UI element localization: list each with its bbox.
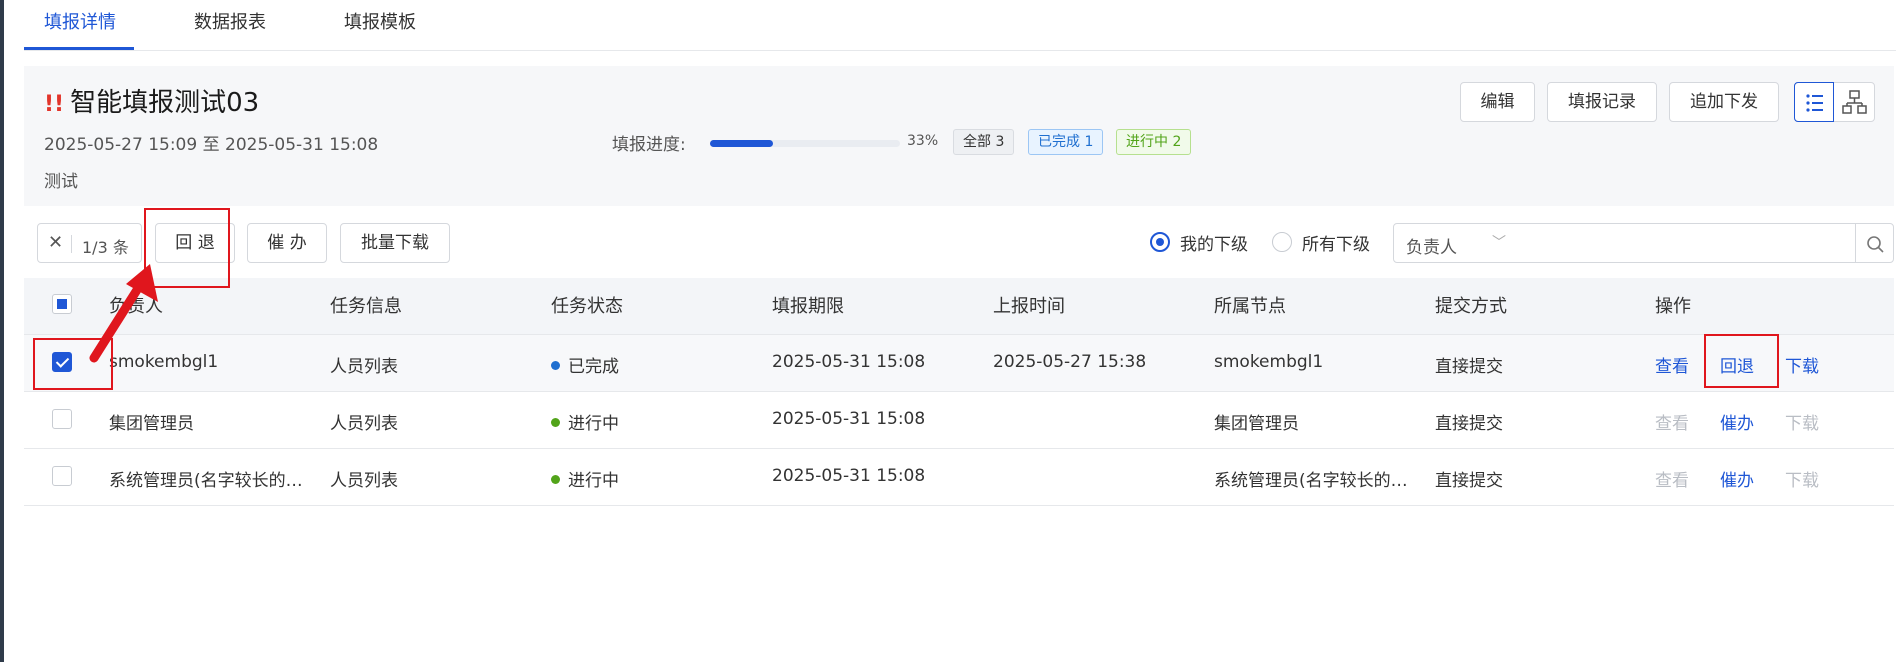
urge-button[interactable]: 催 办 (247, 223, 327, 263)
view-link[interactable]: 查看 (1655, 352, 1689, 377)
select-all-checkbox[interactable] (52, 294, 72, 314)
cell-status: 已完成 (551, 352, 619, 377)
chevron-down-icon: ﹀ (1492, 235, 1506, 251)
tab-bar: 填报详情 数据报表 填报模板 (24, 0, 1896, 51)
tab-fill-details[interactable]: 填报详情 (44, 0, 116, 50)
cell-deadline: 2025-05-31 15:08 (772, 352, 926, 372)
row-checkbox[interactable] (52, 466, 72, 486)
append-dispatch-button[interactable]: 追加下发 (1669, 82, 1779, 122)
radio-my-subordinates[interactable] (1150, 232, 1170, 252)
filter-field-select[interactable]: 负责人 ﹀ (1393, 223, 1517, 263)
badge-in-progress[interactable]: 进行中 2 (1116, 129, 1192, 155)
tree-view-icon[interactable] (1835, 83, 1875, 121)
cell-owner: 系统管理员(名字较长的… (109, 471, 303, 491)
col-report-time: 上报时间 (993, 296, 1065, 317)
table-header (24, 278, 1894, 335)
annotation-box-rollback-link (1704, 334, 1779, 388)
cell-node: 系统管理员(名字较长的… (1214, 471, 1408, 491)
window-edge (0, 0, 4, 662)
progress-label: 填报进度: (612, 135, 686, 155)
search-icon (1867, 236, 1884, 253)
divider (71, 235, 72, 253)
cell-submit: 直接提交 (1435, 357, 1503, 377)
cell-node: 集团管理员 (1214, 414, 1299, 434)
batch-download-button[interactable]: 批量下载 (340, 223, 450, 263)
cell-submit: 直接提交 (1435, 414, 1503, 434)
col-task-status: 任务状态 (551, 296, 623, 317)
fill-records-button[interactable]: 填报记录 (1547, 82, 1657, 122)
task-title: 智能填报测试03 (70, 88, 260, 118)
download-link[interactable]: 下载 (1785, 466, 1819, 491)
view-toggle (1794, 82, 1875, 122)
task-description: 测试 (44, 172, 78, 192)
cell-deadline: 2025-05-31 15:08 (772, 409, 926, 429)
radio-all-subordinates-label[interactable]: 所有下级 (1302, 230, 1370, 255)
list-view-icon[interactable] (1794, 82, 1834, 122)
cell-report-time: 2025-05-27 15:38 (993, 352, 1147, 372)
col-actions: 操作 (1655, 296, 1691, 317)
status-dot (551, 417, 560, 427)
cell-status: 进行中 (551, 409, 619, 434)
urge-link[interactable]: 催办 (1720, 409, 1754, 434)
active-tab-indicator (24, 47, 134, 50)
progress-bar-fill (710, 140, 773, 147)
badge-completed[interactable]: 已完成 1 (1028, 129, 1104, 155)
view-link[interactable]: 查看 (1655, 466, 1689, 491)
col-node: 所属节点 (1214, 296, 1286, 317)
view-link[interactable]: 查看 (1655, 409, 1689, 434)
radio-my-subordinates-label[interactable]: 我的下级 (1180, 230, 1248, 255)
tab-fill-template[interactable]: 填报模板 (344, 0, 416, 50)
status-text: 已完成 (568, 357, 619, 377)
radio-all-subordinates[interactable] (1272, 232, 1292, 252)
status-text: 进行中 (568, 471, 619, 491)
col-task-info: 任务信息 (330, 296, 402, 317)
cell-deadline: 2025-05-31 15:08 (772, 466, 926, 486)
filter-field-value: 负责人 (1406, 238, 1457, 258)
page-title: !! 智能填报测试03 (44, 82, 259, 119)
col-submit-method: 提交方式 (1435, 296, 1507, 317)
search-input[interactable] (1516, 223, 1856, 263)
cell-task: 人员列表 (330, 414, 398, 434)
cell-submit: 直接提交 (1435, 471, 1503, 491)
row-checkbox[interactable] (52, 409, 72, 429)
selection-counter: ✕ 1/3 条 (37, 223, 142, 263)
badge-all[interactable]: 全部 3 (953, 129, 1015, 155)
cell-node: smokembgl1 (1214, 352, 1324, 372)
cell-status: 进行中 (551, 466, 619, 491)
cell-task: 人员列表 (330, 357, 398, 377)
status-dot (551, 360, 560, 370)
annotation-arrow (89, 264, 158, 363)
download-link[interactable]: 下载 (1785, 409, 1819, 434)
col-deadline: 填报期限 (772, 296, 844, 317)
clear-selection-icon[interactable]: ✕ (48, 232, 63, 253)
status-dot (551, 474, 560, 484)
edit-button[interactable]: 编辑 (1460, 82, 1535, 122)
progress-bar (710, 140, 900, 147)
selected-count: 1/3 条 (82, 238, 129, 257)
status-text: 进行中 (568, 414, 619, 434)
search-button[interactable] (1855, 223, 1894, 263)
progress-percent: 33% (907, 133, 939, 149)
cell-task: 人员列表 (330, 471, 398, 491)
cell-owner: 集团管理员 (109, 414, 194, 434)
download-link[interactable]: 下载 (1785, 352, 1819, 377)
tab-data-report[interactable]: 数据报表 (194, 0, 266, 50)
date-range: 2025-05-27 15:09 至 2025-05-31 15:08 (44, 135, 379, 155)
urge-link[interactable]: 催办 (1720, 466, 1754, 491)
urgent-icon: !! (44, 92, 65, 117)
